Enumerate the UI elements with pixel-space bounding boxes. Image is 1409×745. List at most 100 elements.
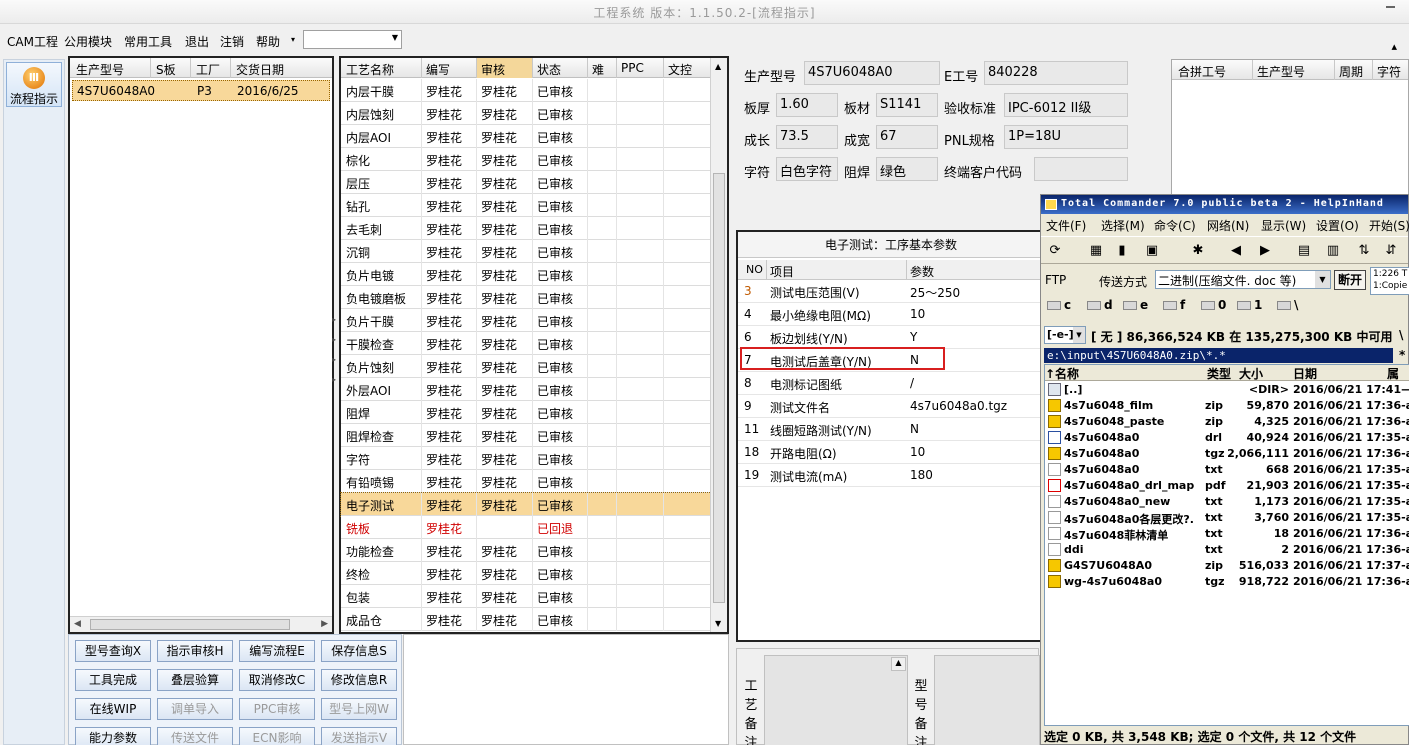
filter-star-button[interactable]: * (1399, 348, 1405, 362)
horizontal-scrollbar[interactable]: ◀ ▶ (70, 616, 332, 632)
tc-menu-commands[interactable]: 命令(C) (1154, 217, 1196, 234)
table-row[interactable]: 4S7U6048A0 P3 2016/6/25 (72, 80, 330, 101)
root-button[interactable]: \ (1399, 328, 1403, 342)
file-row[interactable]: 4s7u6048a0_new txt 1,173 2016/06/21 17:35-a… (1045, 494, 1409, 510)
file-row[interactable]: 4s7u6048a0 drl 40,924 2016/06/21 17:35-a- (1045, 430, 1409, 446)
table-row[interactable]: 内层干膜 罗桂花 罗桂花 已审核 (341, 79, 711, 102)
ftp-icon[interactable]: ⇅ (1355, 242, 1373, 260)
star-icon[interactable]: ✱ (1189, 242, 1207, 260)
drive-button[interactable]: \ (1277, 298, 1298, 312)
table-row[interactable]: 钻孔 罗桂花 罗桂花 已审核 (341, 194, 711, 217)
scroll-down-icon[interactable]: ▼ (715, 619, 721, 628)
table-row[interactable]: 棕化 罗桂花 罗桂花 已审核 (341, 148, 711, 171)
forward-icon[interactable]: ▶ (1256, 242, 1274, 260)
action-button[interactable]: ECN影响 (239, 727, 315, 745)
drive-button[interactable]: f (1163, 298, 1185, 312)
disconnect-button[interactable]: 断开 (1334, 270, 1366, 290)
file-row[interactable]: 4s7u6048a0各层更改?. txt 3,760 2016/06/21 17:35… (1045, 510, 1409, 526)
table-row[interactable]: 去毛刺 罗桂花 罗桂花 已审核 (341, 217, 711, 240)
table-row[interactable]: 内层AOI 罗桂花 罗桂花 已审核 (341, 125, 711, 148)
col-header-date[interactable]: 交货日期 (236, 61, 284, 78)
minimize-icon[interactable] (1386, 6, 1395, 8)
action-button[interactable]: 叠层验算 (157, 669, 233, 691)
col-header-size[interactable]: 大小 (1239, 365, 1263, 382)
table-row[interactable]: 电子测试 罗桂花 罗桂花 已审核 (340, 492, 712, 517)
table-row[interactable]: 负片蚀刻 罗桂花 罗桂花 已审核 (341, 355, 711, 378)
file-row[interactable]: [..] <DIR> 2016/06/21 17:41— (1045, 382, 1409, 398)
scroll-left-icon[interactable]: ◀ (74, 619, 81, 629)
standard-field[interactable]: IPC-6012 II级 (1004, 93, 1128, 117)
view-icon[interactable]: ▦ (1087, 242, 1105, 260)
menu-combo-box[interactable]: ▼ (303, 30, 402, 49)
action-button[interactable]: 传送文件 (157, 727, 233, 745)
col-header-merge-no[interactable]: 合拼工号 (1178, 63, 1226, 80)
flow-instruction-button[interactable]: Ⅲ 流程指示 (6, 62, 62, 107)
table-row[interactable]: 字符 罗桂花 罗桂花 已审核 (341, 447, 711, 470)
col-header-date[interactable]: 日期 (1293, 365, 1317, 382)
col-header-type[interactable]: 类型 (1207, 365, 1231, 382)
transfer-mode-select[interactable]: 二进制(压缩文件. doc 等) ▼ (1155, 270, 1331, 289)
col-header-no[interactable]: NO (746, 263, 763, 276)
drive-button[interactable]: 1 (1237, 298, 1262, 312)
col-header-ppc[interactable]: PPC (621, 61, 644, 75)
test-param-row[interactable]: 4 最小绝缘电阻(MΩ) 10 (738, 303, 1048, 326)
test-param-row[interactable]: 11 线圈短路测试(Y/N) N (738, 418, 1048, 441)
tc-menu-view[interactable]: 显示(W) (1261, 217, 1306, 234)
col-header-factory[interactable]: 工厂 (196, 61, 220, 78)
scroll-up-icon[interactable]: ▲ (891, 657, 906, 671)
scroll-thumb[interactable] (90, 619, 290, 630)
col-header-reviewer[interactable]: 审核 (481, 61, 505, 78)
menu-help[interactable]: 帮助 (256, 33, 280, 50)
collapse-icon[interactable]: ▴ (1391, 40, 1397, 53)
tc-menu-file[interactable]: 文件(F) (1046, 217, 1086, 234)
customer-code-field[interactable] (1034, 157, 1128, 181)
drive-button[interactable]: 0 (1201, 298, 1226, 312)
table-row[interactable]: 外层AOI 罗桂花 罗桂花 已审核 (341, 378, 711, 401)
col-header-process[interactable]: 工艺名称 (346, 61, 394, 78)
tc-menu-network[interactable]: 网络(N) (1207, 217, 1249, 234)
drive-button[interactable]: e (1123, 298, 1148, 312)
model-remark-field[interactable] (934, 655, 1040, 745)
col-header-writer[interactable]: 编写 (426, 61, 450, 78)
action-button[interactable]: 保存信息S (321, 640, 397, 662)
menu-logout[interactable]: 注销 (220, 33, 244, 50)
col-header-doc-control[interactable]: 文控 (668, 61, 692, 78)
menu-common-module[interactable]: 公用模块 (64, 33, 112, 50)
scroll-right-icon[interactable]: ▶ (321, 619, 328, 629)
action-button[interactable]: 修改信息R (321, 669, 397, 691)
pnl-field[interactable]: 1P=18U (1004, 125, 1128, 149)
menu-cam[interactable]: CAM工程 (7, 33, 58, 50)
test-param-row[interactable]: 9 测试文件名 4s7u6048a0.tgz (738, 395, 1048, 418)
file-row[interactable]: 4s7u6048_paste zip 4,325 2016/06/21 17:36-a… (1045, 414, 1409, 430)
action-button[interactable]: 发送指示V (321, 727, 397, 745)
file-row[interactable]: 4s7u6048_film zip 59,870 2016/06/21 17:36-a… (1045, 398, 1409, 414)
col-header-model[interactable]: 生产型号 (76, 61, 124, 78)
table-row[interactable]: 阻焊 罗桂花 罗桂花 已审核 (341, 401, 711, 424)
help-dropdown-icon[interactable]: ▾ (291, 35, 295, 44)
drive-select[interactable]: [-e-] ▼ (1044, 326, 1086, 344)
table-row[interactable]: 层压 罗桂花 罗桂花 已审核 (341, 171, 711, 194)
menu-exit[interactable]: 退出 (185, 33, 209, 50)
action-button[interactable]: 型号上网W (321, 698, 397, 720)
title-bar[interactable]: 工程系统 版本：1.1.50.2-[流程指示] (0, 0, 1409, 24)
table-row[interactable]: 铣板 罗桂花 已回退 (341, 516, 711, 539)
test-param-row[interactable]: 3 测试电压范围(V) 25～250 (738, 280, 1048, 303)
table-row[interactable]: 包装 罗桂花 罗桂花 已审核 (341, 585, 711, 608)
thumbs-icon[interactable]: ▣ (1143, 242, 1161, 260)
test-param-row[interactable]: 6 板边划线(Y/N) Y (738, 326, 1048, 349)
action-button[interactable]: PPC审核 (239, 698, 315, 720)
refresh-icon[interactable]: ⟳ (1046, 242, 1064, 260)
table-row[interactable]: 沉铜 罗桂花 罗桂花 已审核 (341, 240, 711, 263)
file-row[interactable]: 4s7u6048a0 txt 668 2016/06/21 17:35-a- (1045, 462, 1409, 478)
splitter-handle[interactable]: ▸ ▸ ▸ ▸ (332, 310, 338, 390)
file-row[interactable]: ddi txt 2 2016/06/21 17:36-a- (1045, 542, 1409, 558)
url-icon[interactable]: ⇵ (1382, 242, 1400, 260)
char-field[interactable]: 白色字符 (776, 157, 838, 181)
vertical-scrollbar[interactable]: ▲ ▼ (710, 58, 727, 632)
drive-button[interactable]: d (1087, 298, 1113, 312)
action-button[interactable]: 调单导入 (157, 698, 233, 720)
action-button[interactable]: 工具完成 (75, 669, 151, 691)
col-header-s[interactable]: S板 (156, 61, 176, 78)
table-row[interactable]: 有铅喷锡 罗桂花 罗桂花 已审核 (341, 470, 711, 493)
table-row[interactable]: 负片电镀 罗桂花 罗桂花 已审核 (341, 263, 711, 286)
